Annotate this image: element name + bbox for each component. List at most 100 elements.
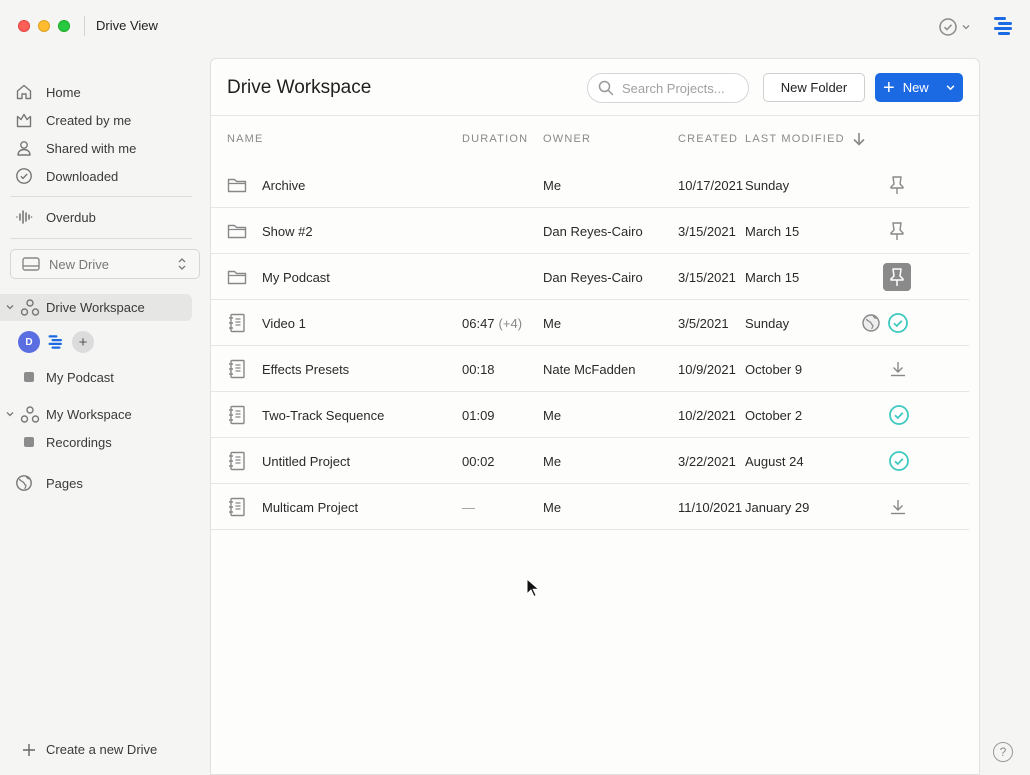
drive-icon — [22, 257, 40, 271]
sidebar-item-overdub[interactable]: Overdub — [14, 204, 192, 230]
row-created: 3/22/2021 — [678, 453, 736, 469]
row-modified: August 24 — [745, 453, 804, 469]
sidebar-item-drive-workspace[interactable]: Drive Workspace — [0, 294, 192, 321]
row-owner: Me — [543, 499, 562, 515]
sort-descending-icon[interactable] — [851, 131, 867, 147]
column-header-created[interactable]: CREATED — [678, 133, 738, 145]
row-duration: 06:47 (+4) — [462, 315, 523, 331]
avatar[interactable]: D — [18, 331, 40, 353]
sidebar: Home Created by me Shared with me Downlo… — [0, 52, 200, 775]
synced-check-icon — [888, 438, 910, 484]
table-row[interactable]: Show #2 Dan Reyes-Cairo 3/15/2021 March … — [211, 208, 969, 254]
row-created: 3/15/2021 — [678, 269, 736, 285]
add-member-button[interactable]: + — [72, 331, 94, 353]
table-row[interactable]: Archive Me 10/17/2021 Sunday — [211, 162, 969, 208]
app-logo-avatar[interactable] — [45, 331, 67, 353]
workspace-icon — [20, 405, 40, 425]
row-owner: Me — [543, 315, 562, 331]
minimize-window-button[interactable] — [38, 20, 50, 32]
sidebar-item-created-by-me[interactable]: Created by me — [14, 107, 192, 133]
pin-icon[interactable] — [889, 208, 905, 254]
column-header-name[interactable]: NAME — [227, 133, 264, 145]
pin-icon[interactable] — [889, 162, 905, 208]
plus-icon: + — [78, 333, 88, 351]
sidebar-divider — [10, 238, 192, 239]
sidebar-item-shared-with-me[interactable]: Shared with me — [14, 135, 192, 161]
row-duration: 00:02 — [462, 453, 495, 469]
folder-square-icon — [24, 372, 34, 382]
create-drive-button[interactable]: Create a new Drive — [22, 742, 157, 757]
sidebar-item-pages[interactable]: Pages — [14, 470, 192, 496]
help-button[interactable]: ? — [993, 742, 1013, 762]
row-duration: 01:09 — [462, 407, 495, 423]
mouse-cursor-icon — [526, 578, 540, 598]
plus-icon: + — [883, 76, 895, 99]
chevron-updown-icon — [178, 258, 186, 270]
page-title: Drive Workspace — [227, 77, 372, 98]
sidebar-item-label: My Podcast — [46, 369, 114, 385]
chevron-down-icon[interactable] — [6, 410, 16, 420]
sidebar-item-label: Drive Workspace — [46, 300, 145, 315]
published-globe-icon[interactable] — [861, 313, 881, 333]
project-icon — [227, 300, 247, 346]
crown-icon — [14, 110, 34, 130]
sidebar-item-my-podcast[interactable]: My Podcast — [24, 365, 114, 389]
column-header-duration[interactable]: DURATION — [462, 133, 528, 145]
row-name: Video 1 — [262, 315, 306, 331]
column-header-last-modified[interactable]: LAST MODIFIED — [745, 133, 845, 145]
close-window-button[interactable] — [18, 20, 30, 32]
person-icon — [14, 138, 34, 158]
folder-square-icon — [24, 437, 34, 447]
row-created: 3/15/2021 — [678, 223, 736, 239]
check-circle-icon — [14, 166, 34, 186]
sidebar-item-label: Created by me — [46, 112, 132, 128]
row-duration: 00:18 — [462, 361, 495, 377]
table-row[interactable]: Effects Presets 00:18 Nate McFadden 10/9… — [211, 346, 969, 392]
chevron-down-icon[interactable] — [6, 303, 16, 313]
pin-active-button[interactable] — [883, 254, 911, 300]
sidebar-item-label: Home — [46, 84, 81, 100]
synced-check-icon — [888, 313, 908, 333]
table-row[interactable]: My Podcast Dan Reyes-Cairo 3/15/2021 Mar… — [211, 254, 969, 300]
sidebar-item-home[interactable]: Home — [14, 79, 192, 105]
table-row[interactable]: Video 1 06:47 (+4) Me 3/5/2021 Sunday — [211, 300, 969, 346]
row-name: Untitled Project — [262, 453, 351, 469]
row-modified: March 15 — [745, 269, 800, 285]
row-modified: October 9 — [745, 361, 803, 377]
row-name: Two-Track Sequence — [262, 407, 385, 423]
table-row[interactable]: Untitled Project 00:02 Me 3/22/2021 Augu… — [211, 438, 969, 484]
globe-icon — [14, 473, 34, 493]
download-icon[interactable] — [889, 346, 907, 392]
row-duration: — — [462, 499, 475, 515]
download-icon[interactable] — [889, 484, 907, 530]
app-logo[interactable] — [992, 14, 1016, 43]
row-modified: Sunday — [745, 177, 790, 193]
sidebar-item-recordings[interactable]: Recordings — [24, 430, 112, 454]
sidebar-item-label: Shared with me — [46, 140, 137, 156]
sync-status-menu[interactable] — [938, 17, 970, 37]
column-header-owner[interactable]: OWNER — [543, 133, 591, 145]
row-name: Multicam Project — [262, 499, 359, 515]
project-icon — [227, 392, 247, 438]
project-icon — [227, 346, 247, 392]
table-row[interactable]: Two-Track Sequence 01:09 Me 10/2/2021 Oc… — [211, 392, 969, 438]
new-folder-button[interactable]: New Folder — [763, 73, 865, 102]
main-panel: Drive Workspace New Folder + New NAME DU… — [210, 58, 980, 775]
table-row[interactable]: Multicam Project — Me 11/10/2021 January… — [211, 484, 969, 530]
zoom-window-button[interactable] — [58, 20, 70, 32]
plus-icon — [23, 743, 35, 756]
row-modified: October 2 — [745, 407, 803, 423]
row-name: Show #2 — [262, 223, 313, 239]
sidebar-item-my-workspace[interactable]: My Workspace — [0, 401, 192, 428]
new-drive-select[interactable]: New Drive — [10, 249, 200, 279]
new-button[interactable]: + New — [875, 73, 963, 102]
search-box[interactable] — [587, 73, 749, 103]
title-divider — [84, 16, 85, 36]
search-input[interactable] — [622, 80, 742, 96]
sidebar-item-label: Overdub — [46, 209, 96, 225]
row-owner: Dan Reyes-Cairo — [543, 223, 643, 239]
folder-icon — [227, 208, 247, 254]
sidebar-item-downloaded[interactable]: Downloaded — [14, 163, 192, 189]
workspace-icon — [20, 298, 40, 318]
synced-check-icon — [888, 392, 910, 438]
